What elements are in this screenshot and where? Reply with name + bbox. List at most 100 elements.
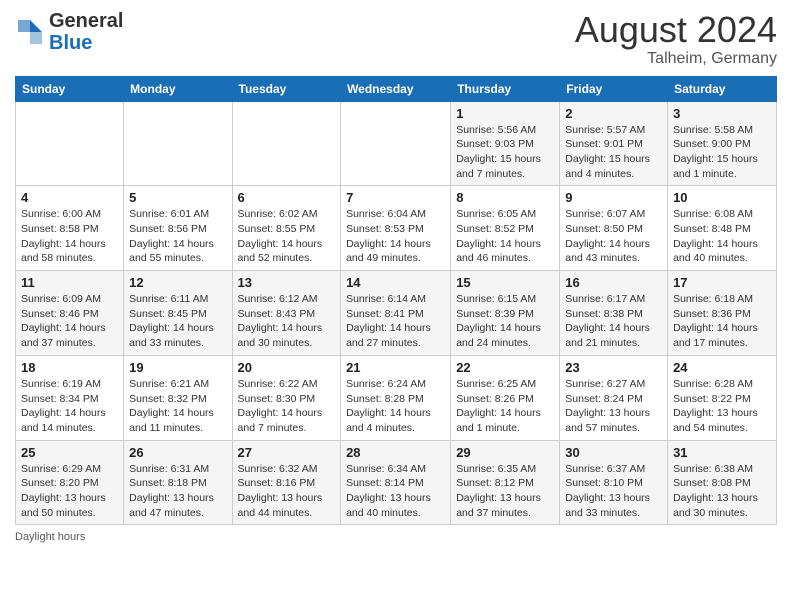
day-cell: [232, 101, 341, 186]
day-cell: 14 Sunrise: 6:14 AM Sunset: 8:41 PM Dayli…: [341, 271, 451, 356]
day-cell: [341, 101, 451, 186]
day-info: Sunrise: 5:56 AM Sunset: 9:03 PM Dayligh…: [456, 123, 554, 182]
day-info: Sunrise: 6:24 AM Sunset: 8:28 PM Dayligh…: [346, 377, 445, 436]
day-cell: 12 Sunrise: 6:11 AM Sunset: 8:45 PM Dayli…: [124, 271, 232, 356]
day-cell: 31Sunrise: 6:38 AM Sunset: 8:08 PM Dayli…: [668, 440, 777, 525]
day-info: Sunrise: 6:04 AM Sunset: 8:53 PM Dayligh…: [346, 207, 445, 266]
day-cell: [124, 101, 232, 186]
day-cell: 19 Sunrise: 6:21 AM Sunset: 8:32 PM Dayli…: [124, 355, 232, 440]
day-info: Sunrise: 6:37 AM Sunset: 8:10 PM Dayligh…: [565, 462, 662, 521]
day-info: Sunrise: 6:17 AM Sunset: 8:38 PM Dayligh…: [565, 292, 662, 351]
logo: General Blue: [15, 10, 123, 54]
day-number: 1: [456, 106, 554, 121]
day-cell: 30 Sunrise: 6:37 AM Sunset: 8:10 PM Dayli…: [560, 440, 668, 525]
week-row-2: 4 Sunrise: 6:00 AM Sunset: 8:58 PM Daylig…: [16, 186, 777, 271]
day-number: 22: [456, 360, 554, 375]
week-row-1: 1 Sunrise: 5:56 AM Sunset: 9:03 PM Daylig…: [16, 101, 777, 186]
logo-icon: [15, 17, 45, 47]
day-cell: [16, 101, 124, 186]
day-info: Sunrise: 6:21 AM Sunset: 8:32 PM Dayligh…: [129, 377, 226, 436]
day-number: 2: [565, 106, 662, 121]
day-number: 5: [129, 190, 226, 205]
header-cell-monday: Monday: [124, 76, 232, 101]
day-info: Sunrise: 6:08 AM Sunset: 8:48 PM Dayligh…: [673, 207, 771, 266]
day-info: Sunrise: 6:15 AM Sunset: 8:39 PM Dayligh…: [456, 292, 554, 351]
day-cell: 2 Sunrise: 5:57 AM Sunset: 9:01 PM Daylig…: [560, 101, 668, 186]
day-cell: 16 Sunrise: 6:17 AM Sunset: 8:38 PM Dayli…: [560, 271, 668, 356]
day-cell: 21 Sunrise: 6:24 AM Sunset: 8:28 PM Dayli…: [341, 355, 451, 440]
day-number: 12: [129, 275, 226, 290]
day-cell: 18 Sunrise: 6:19 AM Sunset: 8:34 PM Dayli…: [16, 355, 124, 440]
day-info: Sunrise: 6:35 AM Sunset: 8:12 PM Dayligh…: [456, 462, 554, 521]
logo-text: General Blue: [49, 10, 123, 54]
day-info: Sunrise: 6:32 AM Sunset: 8:16 PM Dayligh…: [238, 462, 336, 521]
day-cell: 25Sunrise: 6:29 AM Sunset: 8:20 PM Dayli…: [16, 440, 124, 525]
day-number: 8: [456, 190, 554, 205]
day-number: 19: [129, 360, 226, 375]
day-info: Sunrise: 6:02 AM Sunset: 8:55 PM Dayligh…: [238, 207, 336, 266]
day-cell: 17Sunrise: 6:18 AM Sunset: 8:36 PM Dayli…: [668, 271, 777, 356]
logo-blue: Blue: [49, 32, 92, 54]
location: Talheim, Germany: [575, 50, 777, 68]
header-cell-sunday: Sunday: [16, 76, 124, 101]
day-cell: 7 Sunrise: 6:04 AM Sunset: 8:53 PM Daylig…: [341, 186, 451, 271]
day-info: Sunrise: 6:25 AM Sunset: 8:26 PM Dayligh…: [456, 377, 554, 436]
day-number: 9: [565, 190, 662, 205]
day-info: Sunrise: 6:28 AM Sunset: 8:22 PM Dayligh…: [673, 377, 771, 436]
day-number: 31: [673, 445, 771, 460]
day-number: 7: [346, 190, 445, 205]
title-block: August 2024 Talheim, Germany: [575, 10, 777, 68]
header-cell-friday: Friday: [560, 76, 668, 101]
day-info: Sunrise: 5:57 AM Sunset: 9:01 PM Dayligh…: [565, 123, 662, 182]
footer: Daylight hours: [15, 531, 777, 543]
day-cell: 3Sunrise: 5:58 AM Sunset: 9:00 PM Daylig…: [668, 101, 777, 186]
day-info: Sunrise: 6:11 AM Sunset: 8:45 PM Dayligh…: [129, 292, 226, 351]
day-number: 13: [238, 275, 336, 290]
header-cell-saturday: Saturday: [668, 76, 777, 101]
header-cell-thursday: Thursday: [451, 76, 560, 101]
day-info: Sunrise: 6:18 AM Sunset: 8:36 PM Dayligh…: [673, 292, 771, 351]
day-number: 28: [346, 445, 445, 460]
day-number: 18: [21, 360, 118, 375]
day-cell: 9 Sunrise: 6:07 AM Sunset: 8:50 PM Daylig…: [560, 186, 668, 271]
day-cell: 6Sunrise: 6:02 AM Sunset: 8:55 PM Daylig…: [232, 186, 341, 271]
day-number: 14: [346, 275, 445, 290]
day-cell: 26 Sunrise: 6:31 AM Sunset: 8:18 PM Dayli…: [124, 440, 232, 525]
day-cell: 24Sunrise: 6:28 AM Sunset: 8:22 PM Dayli…: [668, 355, 777, 440]
day-cell: 20 Sunrise: 6:22 AM Sunset: 8:30 PM Dayli…: [232, 355, 341, 440]
day-number: 16: [565, 275, 662, 290]
day-number: 10: [673, 190, 771, 205]
day-cell: 11 Sunrise: 6:09 AM Sunset: 8:46 PM Dayli…: [16, 271, 124, 356]
day-number: 26: [129, 445, 226, 460]
day-number: 21: [346, 360, 445, 375]
day-info: Sunrise: 6:12 AM Sunset: 8:43 PM Dayligh…: [238, 292, 336, 351]
day-info: Sunrise: 6:27 AM Sunset: 8:24 PM Dayligh…: [565, 377, 662, 436]
day-cell: 15Sunrise: 6:15 AM Sunset: 8:39 PM Dayli…: [451, 271, 560, 356]
day-number: 30: [565, 445, 662, 460]
day-number: 4: [21, 190, 118, 205]
day-number: 20: [238, 360, 336, 375]
day-number: 3: [673, 106, 771, 121]
day-number: 27: [238, 445, 336, 460]
day-info: Sunrise: 6:07 AM Sunset: 8:50 PM Dayligh…: [565, 207, 662, 266]
day-info: Sunrise: 6:22 AM Sunset: 8:30 PM Dayligh…: [238, 377, 336, 436]
day-info: Sunrise: 6:34 AM Sunset: 8:14 PM Dayligh…: [346, 462, 445, 521]
day-info: Sunrise: 6:00 AM Sunset: 8:58 PM Dayligh…: [21, 207, 118, 266]
page-header: General Blue August 2024 Talheim, German…: [15, 10, 777, 68]
day-cell: 22 Sunrise: 6:25 AM Sunset: 8:26 PM Dayli…: [451, 355, 560, 440]
logo-general: General: [49, 10, 123, 32]
day-info: Sunrise: 6:19 AM Sunset: 8:34 PM Dayligh…: [21, 377, 118, 436]
day-cell: 5Sunrise: 6:01 AM Sunset: 8:56 PM Daylig…: [124, 186, 232, 271]
month-year: August 2024: [575, 10, 777, 50]
header-row: SundayMondayTuesdayWednesdayThursdayFrid…: [16, 76, 777, 101]
day-info: Sunrise: 6:09 AM Sunset: 8:46 PM Dayligh…: [21, 292, 118, 351]
day-number: 11: [21, 275, 118, 290]
day-cell: 4 Sunrise: 6:00 AM Sunset: 8:58 PM Daylig…: [16, 186, 124, 271]
day-info: Sunrise: 6:05 AM Sunset: 8:52 PM Dayligh…: [456, 207, 554, 266]
calendar-table: SundayMondayTuesdayWednesdayThursdayFrid…: [15, 76, 777, 526]
week-row-4: 18 Sunrise: 6:19 AM Sunset: 8:34 PM Dayli…: [16, 355, 777, 440]
week-row-5: 25Sunrise: 6:29 AM Sunset: 8:20 PM Dayli…: [16, 440, 777, 525]
day-info: Sunrise: 6:14 AM Sunset: 8:41 PM Dayligh…: [346, 292, 445, 351]
day-cell: 8 Sunrise: 6:05 AM Sunset: 8:52 PM Daylig…: [451, 186, 560, 271]
day-info: Sunrise: 6:31 AM Sunset: 8:18 PM Dayligh…: [129, 462, 226, 521]
